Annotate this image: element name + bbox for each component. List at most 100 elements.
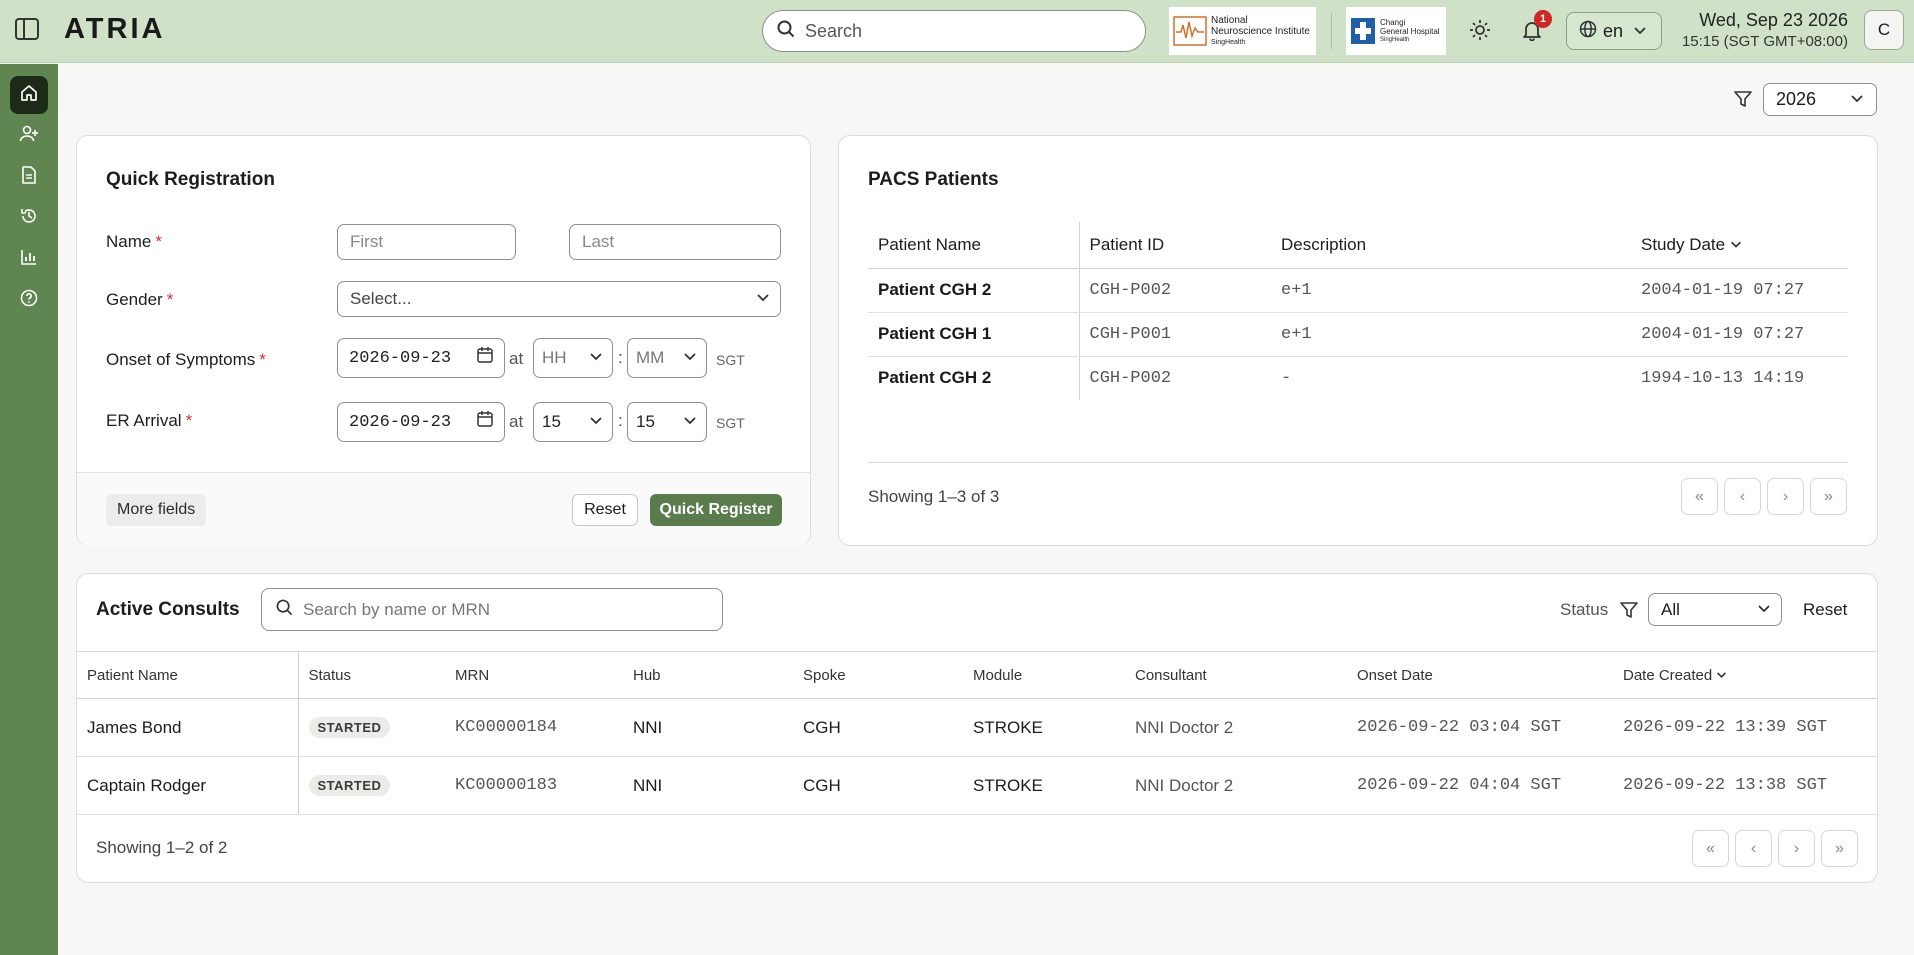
table-row[interactable]: Patient CGH 1 CGH-P001 e+1 2004-01-19 07… xyxy=(868,312,1848,357)
col-spoke[interactable]: Spoke xyxy=(793,651,963,699)
consults-search-input[interactable] xyxy=(303,599,703,620)
pacs-showing-count: Showing 1–3 of 3 xyxy=(868,487,1000,506)
home-icon xyxy=(20,84,38,107)
consults-reset-button[interactable]: Reset xyxy=(1793,593,1857,626)
table-row[interactable]: Patient CGH 2 CGH-P002 - 1994-10-13 14:1… xyxy=(868,356,1848,400)
time-colon: : xyxy=(618,411,623,430)
sidebar-item-documents[interactable] xyxy=(10,158,48,196)
sidebar-item-help[interactable] xyxy=(10,281,48,319)
pacs-header-row: Patient Name Patient ID Description Stud… xyxy=(868,222,1848,269)
language-value: en xyxy=(1603,20,1624,41)
er-minute-select[interactable]: 15 xyxy=(627,402,707,442)
nni-logo-line2: Neuroscience Institute xyxy=(1211,25,1310,37)
consults-table: Patient Name Status MRN Hub Spoke Module… xyxy=(77,651,1877,815)
chevron-down-icon xyxy=(756,289,770,309)
year-filter-select[interactable]: 2026 xyxy=(1763,83,1877,116)
quick-registration-title: Quick Registration xyxy=(106,169,275,190)
consults-search[interactable] xyxy=(261,588,723,631)
time-colon: : xyxy=(618,348,623,367)
current-date: Wed, Sep 23 2026 xyxy=(1699,10,1848,30)
table-row[interactable]: Captain Rodger STARTED KC00000183 NNI CG… xyxy=(77,756,1877,815)
pacs-pagination: « ‹ › » xyxy=(1681,478,1847,515)
status-filter-value: All xyxy=(1661,599,1680,619)
reset-button[interactable]: Reset xyxy=(572,494,638,526)
filter-icon xyxy=(1618,599,1640,621)
er-tz-label: SGT xyxy=(716,415,745,431)
global-search-input[interactable] xyxy=(805,20,1125,42)
onset-at-label: at xyxy=(509,349,524,368)
cgh-logo-line2: General Hospital xyxy=(1380,26,1440,36)
first-name-input[interactable] xyxy=(337,224,516,260)
consults-header-row: Patient Name Status MRN Hub Spoke Module… xyxy=(77,651,1877,699)
col-mrn[interactable]: MRN xyxy=(445,651,623,699)
er-hour-value: 15 xyxy=(542,412,561,431)
sidebar-item-reports[interactable] xyxy=(10,240,48,278)
more-fields-button[interactable]: More fields xyxy=(106,494,207,526)
chart-icon xyxy=(20,248,38,271)
year-filter-value: 2026 xyxy=(1776,89,1817,109)
col-onset-date[interactable]: Onset Date xyxy=(1347,651,1613,699)
col-patient-name[interactable]: Patient Name xyxy=(77,651,299,699)
col-patient-id[interactable]: Patient ID xyxy=(1079,222,1271,269)
history-icon xyxy=(20,207,38,230)
onset-hour-select[interactable]: HH xyxy=(533,338,613,378)
user-avatar[interactable]: C xyxy=(1864,10,1904,50)
col-module[interactable]: Module xyxy=(963,651,1125,699)
col-date-created[interactable]: Date Created xyxy=(1613,651,1877,699)
er-date-input[interactable]: 2026-09-23 xyxy=(337,402,505,442)
sidebar-item-history[interactable] xyxy=(10,199,48,237)
notification-count-badge: 1 xyxy=(1534,10,1552,28)
prev-page-icon[interactable]: ‹ xyxy=(1735,830,1772,867)
globe-icon xyxy=(1579,20,1597,43)
global-search[interactable] xyxy=(762,10,1146,52)
sidebar-item-add-patient[interactable] xyxy=(10,117,48,155)
prev-page-icon[interactable]: ‹ xyxy=(1724,478,1761,515)
last-name-input[interactable] xyxy=(569,224,781,260)
table-row[interactable]: James Bond STARTED KC00000184 NNI CGH ST… xyxy=(77,698,1877,757)
consults-showing-count: Showing 1–2 of 2 xyxy=(96,838,228,857)
col-patient-name[interactable]: Patient Name xyxy=(868,222,1080,269)
last-page-icon[interactable]: » xyxy=(1810,478,1847,515)
gender-select[interactable]: Select... xyxy=(337,281,781,317)
sidebar-item-home[interactable] xyxy=(10,76,48,114)
er-hour-select[interactable]: 15 xyxy=(533,402,613,442)
onset-minute-select[interactable]: MM xyxy=(627,338,707,378)
col-status[interactable]: Status xyxy=(298,651,445,699)
sort-chevron-down-icon xyxy=(1730,235,1742,254)
search-icon xyxy=(777,20,795,43)
onset-date-input[interactable]: 2026-09-23 xyxy=(337,338,505,378)
theme-toggle-sun-icon[interactable] xyxy=(1466,16,1494,44)
onset-date-value: 2026-09-23 xyxy=(349,348,452,368)
col-description[interactable]: Description xyxy=(1271,222,1641,269)
quick-register-button[interactable]: Quick Register xyxy=(650,494,782,526)
col-hub[interactable]: Hub xyxy=(623,651,793,699)
pacs-patients-card: PACS Patients Patient Name Patient ID De… xyxy=(838,135,1878,546)
sidebar-toggle-icon[interactable] xyxy=(14,16,40,42)
search-icon xyxy=(276,599,293,621)
chevron-down-icon xyxy=(1757,600,1771,620)
next-page-icon[interactable]: › xyxy=(1778,830,1815,867)
last-page-icon[interactable]: » xyxy=(1821,830,1858,867)
next-page-icon[interactable]: › xyxy=(1767,478,1804,515)
nni-logo-mark-icon xyxy=(1173,16,1207,46)
gender-label: Gender * xyxy=(106,290,174,309)
er-minute-value: 15 xyxy=(636,412,655,431)
sort-chevron-down-icon xyxy=(1716,667,1727,684)
current-time: 15:15 (SGT GMT+08:00) xyxy=(1681,33,1848,50)
chevron-down-icon xyxy=(683,412,697,432)
status-filter-select[interactable]: All xyxy=(1648,593,1782,626)
col-study-date[interactable]: Study Date xyxy=(1641,222,1848,269)
app-title: ATRIA xyxy=(64,13,166,45)
language-selector[interactable]: en xyxy=(1566,12,1662,50)
first-page-icon[interactable]: « xyxy=(1681,478,1718,515)
active-consults-card: Active Consults Status All Reset Patient… xyxy=(76,573,1878,883)
table-row[interactable]: Patient CGH 2 CGH-P002 e+1 2004-01-19 07… xyxy=(868,268,1848,313)
nni-logo-line1: National xyxy=(1211,14,1248,26)
consults-pagination: « ‹ › » xyxy=(1692,830,1858,867)
quick-registration-footer: More fields Reset Quick Register xyxy=(77,472,810,546)
active-consults-title: Active Consults xyxy=(96,599,240,620)
first-page-icon[interactable]: « xyxy=(1692,830,1729,867)
top-header: ATRIA National Neuroscience Institute Si… xyxy=(0,0,1914,63)
col-consultant[interactable]: Consultant xyxy=(1125,651,1347,699)
pacs-table: Patient Name Patient ID Description Stud… xyxy=(868,222,1848,400)
